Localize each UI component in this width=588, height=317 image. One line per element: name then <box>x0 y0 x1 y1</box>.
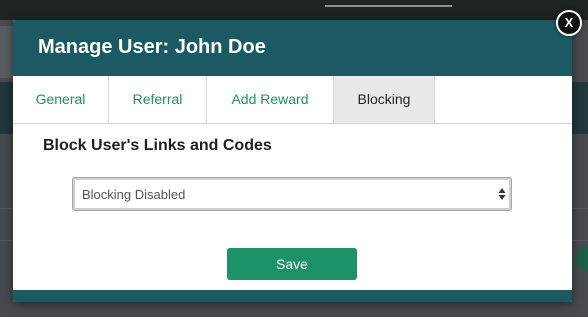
close-button[interactable]: X <box>556 10 582 36</box>
blocking-select[interactable]: Blocking Disabled <box>72 177 512 211</box>
save-button[interactable]: Save <box>227 248 357 280</box>
modal-footer <box>13 290 572 302</box>
background-underline <box>325 5 452 7</box>
tab-blocking[interactable]: Blocking <box>334 76 435 123</box>
manage-user-modal: Manage User: John Doe General Referral A… <box>13 20 572 302</box>
modal-title: Manage User: John Doe <box>38 36 266 58</box>
modal-header: Manage User: John Doe <box>13 20 572 76</box>
section-title: Block User's Links and Codes <box>43 137 272 154</box>
tab-referral[interactable]: Referral <box>109 76 207 123</box>
tab-add-reward[interactable]: Add Reward <box>207 76 334 123</box>
select-arrows-icon <box>498 188 506 200</box>
tab-general[interactable]: General <box>13 76 109 123</box>
close-icon: X <box>564 15 574 30</box>
blocking-select-value: Blocking Disabled <box>82 187 186 202</box>
background-top-bar <box>0 0 588 20</box>
background-search-field <box>0 26 14 78</box>
tab-bar: General Referral Add Reward Blocking <box>13 76 572 124</box>
